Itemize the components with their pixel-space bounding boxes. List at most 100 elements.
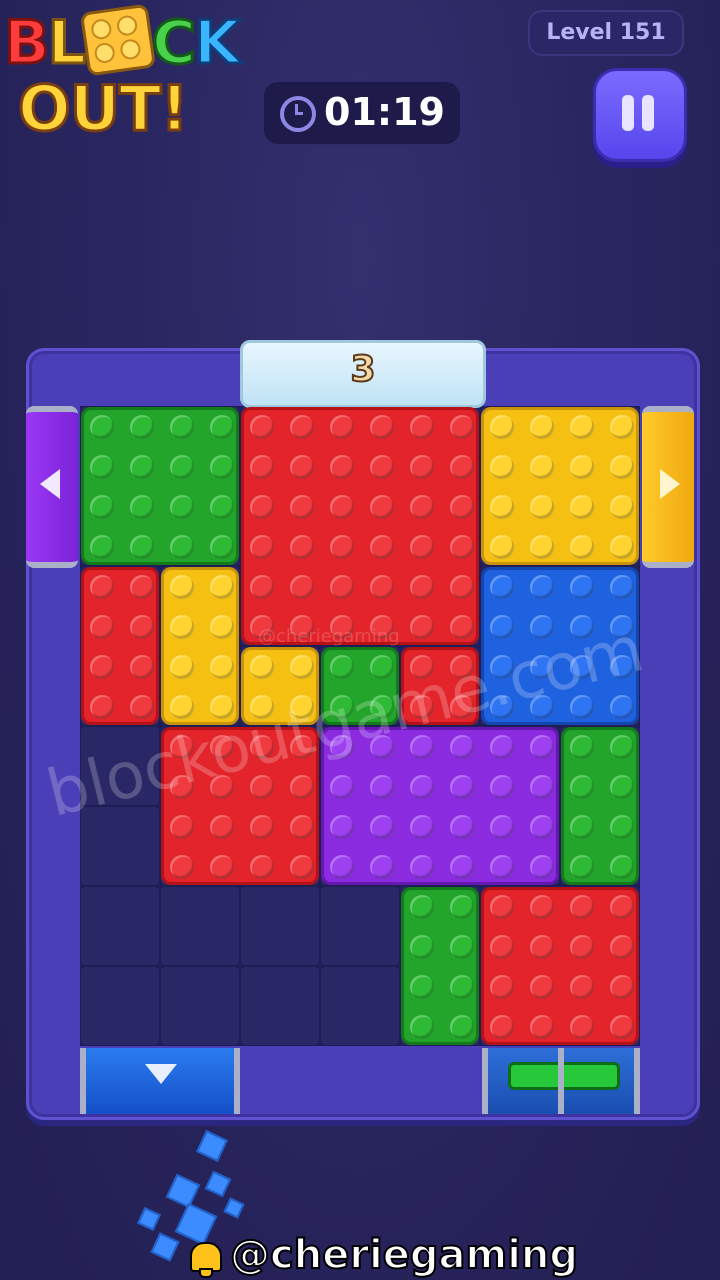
stud <box>450 735 474 759</box>
logo-brick-icon <box>79 3 157 77</box>
stud <box>130 655 154 679</box>
stud <box>610 575 634 599</box>
stud <box>450 455 474 479</box>
stud <box>90 455 114 479</box>
stud <box>90 415 114 439</box>
stud <box>90 615 114 639</box>
stud <box>250 535 274 559</box>
stud <box>570 895 594 919</box>
stud <box>210 855 234 879</box>
green-block[interactable] <box>81 407 239 565</box>
stud <box>130 615 154 639</box>
stud <box>410 615 434 639</box>
stud <box>170 655 194 679</box>
footer-handle-text: @cheriegaming <box>229 1231 579 1279</box>
stud <box>170 615 194 639</box>
stud <box>130 575 154 599</box>
stud <box>210 455 234 479</box>
stud <box>90 495 114 519</box>
stud <box>210 655 234 679</box>
stud <box>250 655 274 679</box>
red-block[interactable] <box>81 567 159 725</box>
bottom-exit-door-blue <box>80 1048 240 1114</box>
stud <box>170 815 194 839</box>
clock-icon <box>280 96 316 132</box>
top-exit-frozen: 3 <box>240 340 486 408</box>
bottom-exit-door-green <box>482 1048 640 1114</box>
yellow-block[interactable] <box>481 407 639 565</box>
timer-display: 01:19 <box>262 80 462 146</box>
stud <box>210 575 234 599</box>
stud <box>410 975 434 999</box>
stud <box>290 815 314 839</box>
stud <box>410 815 434 839</box>
grid-cell <box>321 967 399 1045</box>
top-exit-counter: 3 <box>349 348 376 391</box>
green-block[interactable] <box>561 727 639 885</box>
stud <box>530 575 554 599</box>
green-exit-bar <box>508 1062 620 1090</box>
stud <box>170 455 194 479</box>
stud <box>250 495 274 519</box>
yellow-block[interactable] <box>161 567 239 725</box>
stud <box>170 855 194 879</box>
pause-button[interactable] <box>593 68 687 162</box>
stud <box>410 415 434 439</box>
stud <box>570 535 594 559</box>
stud <box>210 815 234 839</box>
stud <box>90 695 114 719</box>
stud <box>570 575 594 599</box>
stud <box>410 575 434 599</box>
stud <box>450 575 474 599</box>
stud <box>410 855 434 879</box>
pause-icon-bar <box>642 95 654 131</box>
stud <box>130 535 154 559</box>
stud <box>530 535 554 559</box>
stud <box>250 855 274 879</box>
stud <box>610 415 634 439</box>
red-block[interactable] <box>481 887 639 1045</box>
stud <box>490 975 514 999</box>
stud <box>370 575 394 599</box>
stud <box>130 455 154 479</box>
stud <box>170 695 194 719</box>
stud <box>530 415 554 439</box>
stud <box>90 575 114 599</box>
footer-handle: @cheriegaming <box>186 1231 579 1279</box>
stud <box>490 615 514 639</box>
stud <box>490 815 514 839</box>
stud <box>250 815 274 839</box>
stud <box>570 455 594 479</box>
stud <box>570 415 594 439</box>
stud <box>450 1015 474 1039</box>
stud <box>210 615 234 639</box>
stud <box>250 415 274 439</box>
stud <box>90 535 114 559</box>
stud <box>530 775 554 799</box>
stud <box>450 775 474 799</box>
stud <box>290 495 314 519</box>
stud <box>330 775 354 799</box>
stud <box>130 415 154 439</box>
stud <box>490 455 514 479</box>
green-block[interactable] <box>401 887 479 1045</box>
grid-cell <box>321 887 399 965</box>
stud <box>330 415 354 439</box>
stud <box>290 535 314 559</box>
stud <box>170 415 194 439</box>
stud <box>290 775 314 799</box>
stud <box>490 495 514 519</box>
level-indicator: Level 151 <box>528 10 684 56</box>
stud <box>370 415 394 439</box>
stud <box>370 535 394 559</box>
stud <box>290 415 314 439</box>
stud <box>410 775 434 799</box>
grid-cell <box>161 967 239 1045</box>
stud <box>610 895 634 919</box>
stud <box>410 455 434 479</box>
stud <box>330 495 354 519</box>
grid-cell <box>161 887 239 965</box>
red-block[interactable] <box>241 407 479 645</box>
stud <box>490 535 514 559</box>
stud <box>130 495 154 519</box>
